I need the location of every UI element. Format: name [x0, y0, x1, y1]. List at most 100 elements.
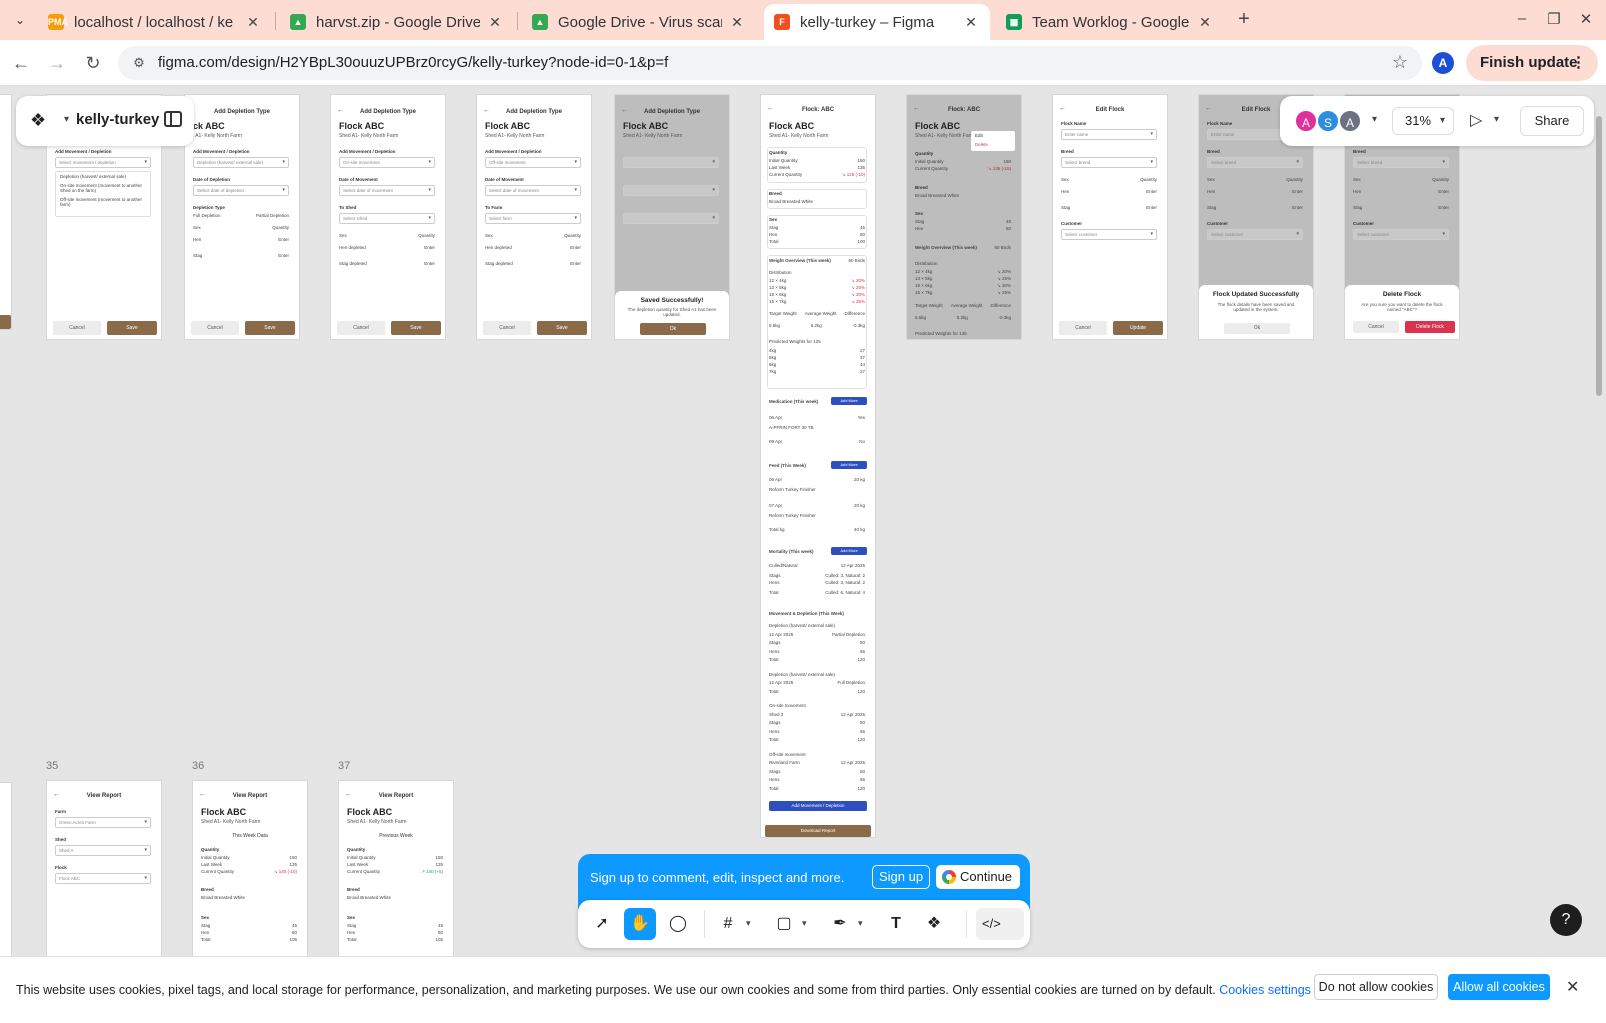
row-label: 12 × 4kg — [915, 269, 933, 274]
frame-tool-icon[interactable]: # — [712, 908, 744, 940]
cookie-banner: This website uses cookies, pixel tags, a… — [0, 956, 1606, 1023]
frame-save-button: Save — [107, 321, 157, 335]
collaborator-avatar[interactable]: A — [1294, 109, 1318, 133]
row-value: 120 — [857, 657, 865, 662]
row-value: Broad Breasted White — [347, 895, 392, 900]
movement-row: Hens 65 — [769, 649, 865, 654]
frame-header: Add Depletion Type — [214, 109, 270, 115]
close-window-icon[interactable]: ✕ — [1576, 10, 1596, 28]
allow-cookies-button[interactable]: Allow all cookies — [1448, 974, 1550, 1000]
browser-tab[interactable]: ▲ Google Drive - Virus scar ✕ — [522, 4, 756, 40]
frame-col-sex: Sex — [1207, 177, 1215, 182]
figma-logo-icon[interactable]: ❖ — [30, 110, 46, 131]
frame-input: Enter — [570, 245, 581, 250]
text-tool-icon[interactable]: T — [880, 908, 912, 940]
pen-tool-icon[interactable]: ✒ — [824, 908, 856, 940]
finish-update-button[interactable]: Finish update ⋮ — [1466, 45, 1598, 81]
chevron-down-icon[interactable]: ▾ — [802, 918, 807, 929]
row-label: Average Weight — [950, 303, 983, 308]
frame-view-report-select: ← View Report Farm Green Acres Farm Shed… — [46, 780, 162, 956]
close-icon[interactable]: ✕ — [1566, 977, 1579, 997]
cookies-settings-link[interactable]: Cookies settings — [1219, 983, 1311, 997]
row-label: 07 Apr — [769, 503, 783, 508]
tab-close-icon[interactable]: ✕ — [486, 14, 504, 31]
tab-close-icon[interactable]: ✕ — [244, 14, 262, 31]
frame-row-label: Hen — [1353, 189, 1362, 194]
tab-search-chevron-icon[interactable]: ⌄ — [10, 10, 30, 30]
present-play-icon[interactable]: ▷ — [1470, 110, 1482, 130]
dialog-message: The flock details have been saved and up… — [1217, 302, 1295, 312]
frame-col-sex: Sex — [339, 233, 347, 238]
continue-with-google-button[interactable]: Continue — [936, 865, 1020, 889]
minimize-icon[interactable]: – — [1512, 10, 1532, 27]
toggle-sidebar-icon[interactable] — [164, 111, 182, 127]
frame-cancel-button: Cancel — [191, 321, 239, 335]
forward-arrow-icon[interactable]: → — [46, 52, 68, 74]
help-button[interactable]: ? — [1550, 904, 1582, 936]
movement-row: Off-site movement — [769, 752, 865, 757]
url-omnibox[interactable]: ⚙ figma.com/design/H2YBpL30ouuzUPBrz0rcy… — [118, 46, 1422, 80]
row-label: Initial Quantity — [201, 855, 230, 860]
deny-cookies-button[interactable]: Do not allow cookies — [1314, 974, 1438, 1000]
bookmark-star-icon[interactable]: ☆ — [1392, 52, 1408, 73]
dev-mode-toggle[interactable]: </> — [976, 908, 1024, 940]
tab-close-icon[interactable]: ✕ — [728, 14, 746, 31]
tab-close-icon[interactable]: ✕ — [1196, 14, 1214, 31]
hand-tool-icon[interactable]: ✋ — [624, 908, 656, 940]
browser-tab[interactable]: Fkelly-turkey – Figma ✕ — [764, 4, 990, 40]
chevron-down-icon[interactable]: ▾ — [1372, 114, 1377, 125]
collaborator-avatar[interactable]: A — [1338, 109, 1362, 133]
components-tool-icon[interactable]: ❖ — [918, 908, 950, 940]
browser-tab[interactable]: PMA localhost / localhost / ke ✕ — [38, 4, 272, 40]
frame-select: Select breed — [1207, 157, 1303, 168]
back-arrow-icon[interactable]: ← — [10, 52, 32, 74]
row-label: Predicted Weights for 135 — [915, 331, 967, 336]
row-label: 4kg — [769, 348, 777, 353]
row-label: Culled/Natural — [769, 563, 798, 568]
chevron-down-icon[interactable]: ▾ — [64, 114, 69, 125]
row-label: Hen — [201, 930, 210, 935]
figma-canvas[interactable]: Add Movement / Depletion Select movement… — [0, 86, 1606, 956]
frame-radio-partial: Partial Depletion — [255, 213, 289, 218]
site-settings-icon[interactable]: ⚙ — [130, 54, 148, 72]
file-name[interactable]: kelly-turkey — [76, 111, 159, 128]
restore-icon[interactable]: ❐ — [1544, 10, 1564, 28]
frame-save-button: Save — [391, 321, 441, 335]
collaborator-avatar[interactable]: S — [1316, 109, 1340, 133]
row-label: Current Quantity — [915, 166, 949, 171]
new-tab-button[interactable]: + — [1232, 8, 1256, 32]
figma-bottom-toolbar: ➚ ✋ ◯ # ▾ ▢ ▾ ✒ ▾ T ❖ </> — [578, 900, 1030, 948]
chevron-down-icon[interactable]: ▾ — [858, 918, 863, 929]
row-value: 20 kg — [853, 503, 865, 508]
move-tool-icon[interactable]: ➚ — [586, 908, 618, 940]
comment-tool-icon[interactable]: ◯ — [662, 908, 694, 940]
add-more-button: Add More — [831, 547, 867, 555]
url-text[interactable]: figma.com/design/H2YBpL30ouuzUPBrz0rcyG/… — [158, 54, 668, 71]
rectangle-tool-icon[interactable]: ▢ — [768, 908, 800, 940]
profile-avatar[interactable]: A — [1432, 52, 1454, 74]
reload-icon[interactable]: ↻ — [82, 52, 104, 74]
tab-close-icon[interactable]: ✕ — [962, 14, 980, 31]
sign-up-button[interactable]: Sign up — [872, 865, 930, 889]
frame-success-dialog: Saved Successfully! The depletion quanti… — [615, 291, 729, 339]
row-label: 09 Apr — [769, 439, 783, 444]
frame-label: Feed (This Week) — [769, 463, 806, 468]
row-label: Hens — [769, 648, 780, 654]
row-label: Hens — [769, 728, 780, 734]
row-label: Reform Turkey Finisher — [769, 487, 816, 492]
row-label: Distribution — [915, 261, 938, 266]
zoom-dropdown[interactable]: 31% — [1392, 107, 1454, 135]
chevron-down-icon[interactable]: ▾ — [746, 918, 751, 929]
dialog-delete-button: Delete Flock — [1405, 321, 1455, 333]
frame-title: Flock ABC — [623, 121, 669, 131]
browser-tab[interactable]: ▲ harvst.zip - Google Drive ✕ — [280, 4, 514, 40]
frame-label: Add Movement / Depletion — [55, 149, 112, 154]
canvas-vertical-scrollbar[interactable] — [1596, 116, 1602, 396]
share-button[interactable]: Share — [1520, 106, 1584, 136]
movement-row: Stags 50 — [769, 720, 865, 725]
more-menu-icon[interactable]: ⋮ — [1571, 45, 1586, 81]
chevron-down-icon[interactable]: ▾ — [1494, 114, 1499, 125]
frame-label: Farm — [55, 809, 67, 814]
browser-tab[interactable]: ▦ Team Worklog - Google S ✕ — [996, 4, 1224, 40]
frame-input: Enter — [570, 261, 581, 266]
